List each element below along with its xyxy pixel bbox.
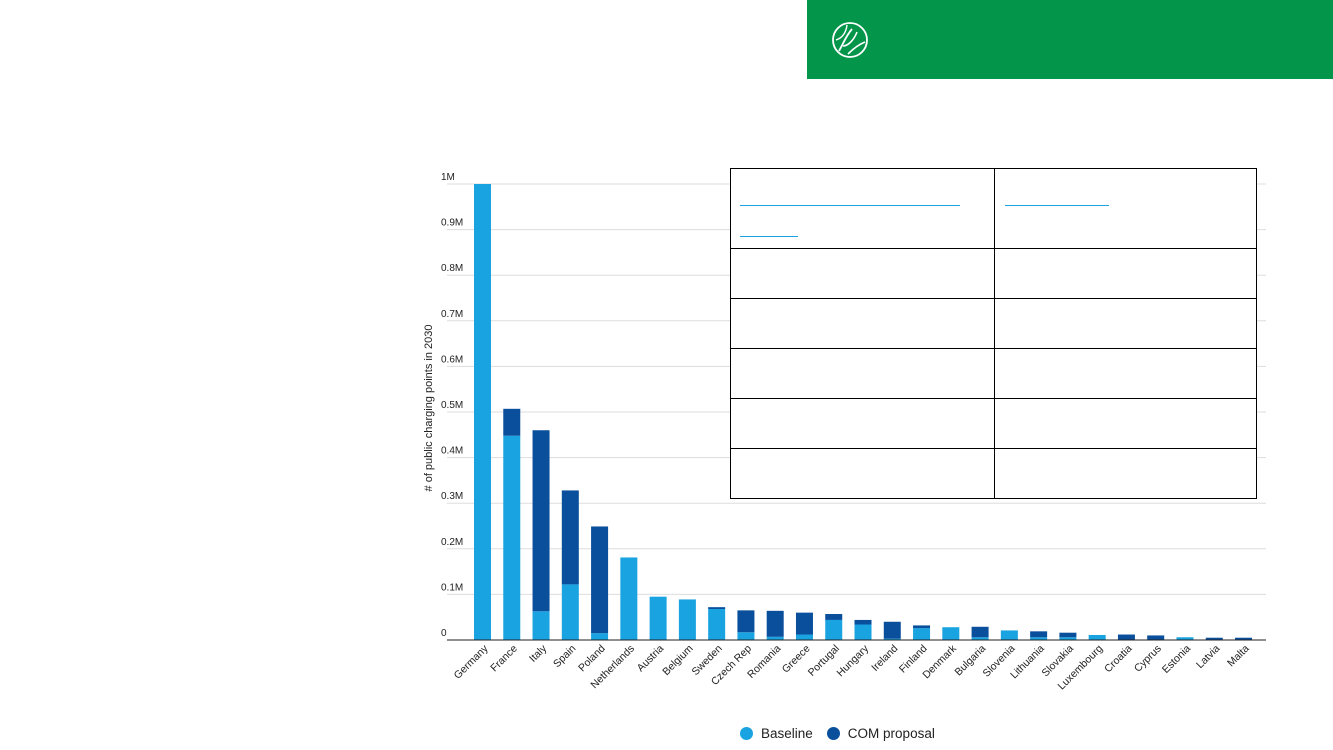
y-tick-label: 0.3M <box>441 491 463 502</box>
x-tick-label: Latvia <box>1194 643 1222 671</box>
y-tick-label: 0.8M <box>441 263 463 274</box>
bar-baseline <box>532 611 550 640</box>
bar-com-proposal <box>1235 637 1253 640</box>
y-axis-label: # of public charging points in 2030 <box>423 325 435 492</box>
legend-label: Baseline <box>761 725 813 741</box>
y-tick-label: 1M <box>441 172 455 183</box>
y-tick-label: 0.5M <box>441 400 463 411</box>
bar-com-proposal <box>561 490 579 585</box>
bar-baseline <box>1000 630 1018 640</box>
bar-com-proposal <box>825 614 843 620</box>
bar-com-proposal <box>1030 631 1048 638</box>
chart-legend: Baseline COM proposal <box>740 724 949 742</box>
bar-baseline <box>474 184 491 640</box>
table-cell <box>730 298 995 349</box>
table-cell <box>994 348 1257 399</box>
legend-item-com-proposal: COM proposal <box>826 725 935 741</box>
bar-baseline <box>503 435 521 640</box>
x-tick-label: Spain <box>551 643 579 671</box>
x-tick-label: Croatia <box>1102 643 1135 676</box>
bar-com-proposal <box>503 408 521 436</box>
table-cell <box>730 348 995 399</box>
bar-baseline <box>795 634 813 640</box>
y-axis-ticks: 0 0.1M 0.2M 0.3M 0.4M 0.5M 0.6M 0.7M 0.8M 0.9M 1M <box>441 172 463 639</box>
y-tick-label: 0 <box>441 628 447 639</box>
legend-label: COM proposal <box>847 725 935 741</box>
y-tick-label: 0.1M <box>441 582 463 593</box>
x-tick-label: Ireland <box>869 643 900 674</box>
bar-com-proposal <box>1205 637 1223 640</box>
bar-com-proposal <box>883 621 901 639</box>
link-underline[interactable] <box>740 205 960 206</box>
bar-baseline <box>825 619 843 640</box>
bar-baseline <box>620 557 638 640</box>
bar-com-proposal <box>1117 634 1135 640</box>
bar-com-proposal <box>913 625 931 629</box>
table-cell <box>730 168 995 249</box>
bar-com-proposal <box>795 612 813 635</box>
x-tick-label: Malta <box>1225 643 1252 670</box>
bar-com-proposal <box>1059 632 1077 638</box>
bar-baseline <box>561 584 579 640</box>
x-tick-label: Cyprus <box>1132 643 1164 675</box>
table-cell <box>994 298 1257 349</box>
table-cell <box>994 398 1257 449</box>
table-cell <box>994 168 1257 249</box>
x-tick-label: Hungary <box>835 642 872 679</box>
x-tick-label: Italy <box>527 642 550 665</box>
bar-baseline <box>737 632 755 640</box>
x-tick-label: Belgium <box>660 642 695 677</box>
table-cell <box>730 448 995 499</box>
table-cell <box>730 398 995 449</box>
y-tick-label: 0.9M <box>441 218 463 229</box>
bar-com-proposal <box>971 626 989 638</box>
bar-com-proposal <box>1147 635 1165 640</box>
link-underline[interactable] <box>740 236 798 237</box>
table-cell <box>994 248 1257 299</box>
y-tick-label: 0.6M <box>441 354 463 365</box>
x-axis-labels: GermanyFrance Italy SpainPolandNetherlands… <box>452 642 1252 692</box>
bar-baseline <box>708 608 726 640</box>
bar-com-proposal <box>737 610 755 633</box>
bar-baseline <box>591 633 609 640</box>
bar-baseline <box>1088 634 1106 640</box>
y-tick-label: 0.7M <box>441 309 463 320</box>
bar-com-proposal <box>854 619 872 625</box>
overlay-table <box>730 168 1257 499</box>
link-underline[interactable] <box>1005 205 1109 206</box>
bar-com-proposal <box>766 610 784 637</box>
bar-baseline <box>913 628 931 640</box>
legend-swatch-baseline <box>740 726 753 740</box>
table-cell <box>994 448 1257 499</box>
x-tick-label: Germany <box>452 642 492 682</box>
x-tick-label: Estonia <box>1160 643 1193 676</box>
bar-baseline <box>649 596 667 640</box>
bar-baseline <box>942 627 960 640</box>
bar-com-proposal <box>532 430 550 612</box>
bar-baseline <box>678 599 696 640</box>
y-tick-label: 0.4M <box>441 446 463 457</box>
x-tick-label: France <box>488 643 520 675</box>
bar-com-proposal <box>708 607 726 609</box>
legend-item-baseline: Baseline <box>740 726 813 741</box>
table-cell <box>730 248 995 299</box>
bar-baseline <box>854 624 872 640</box>
legend-swatch-com-proposal <box>826 726 840 740</box>
bar-com-proposal <box>591 526 609 634</box>
y-tick-label: 0.2M <box>441 537 463 548</box>
